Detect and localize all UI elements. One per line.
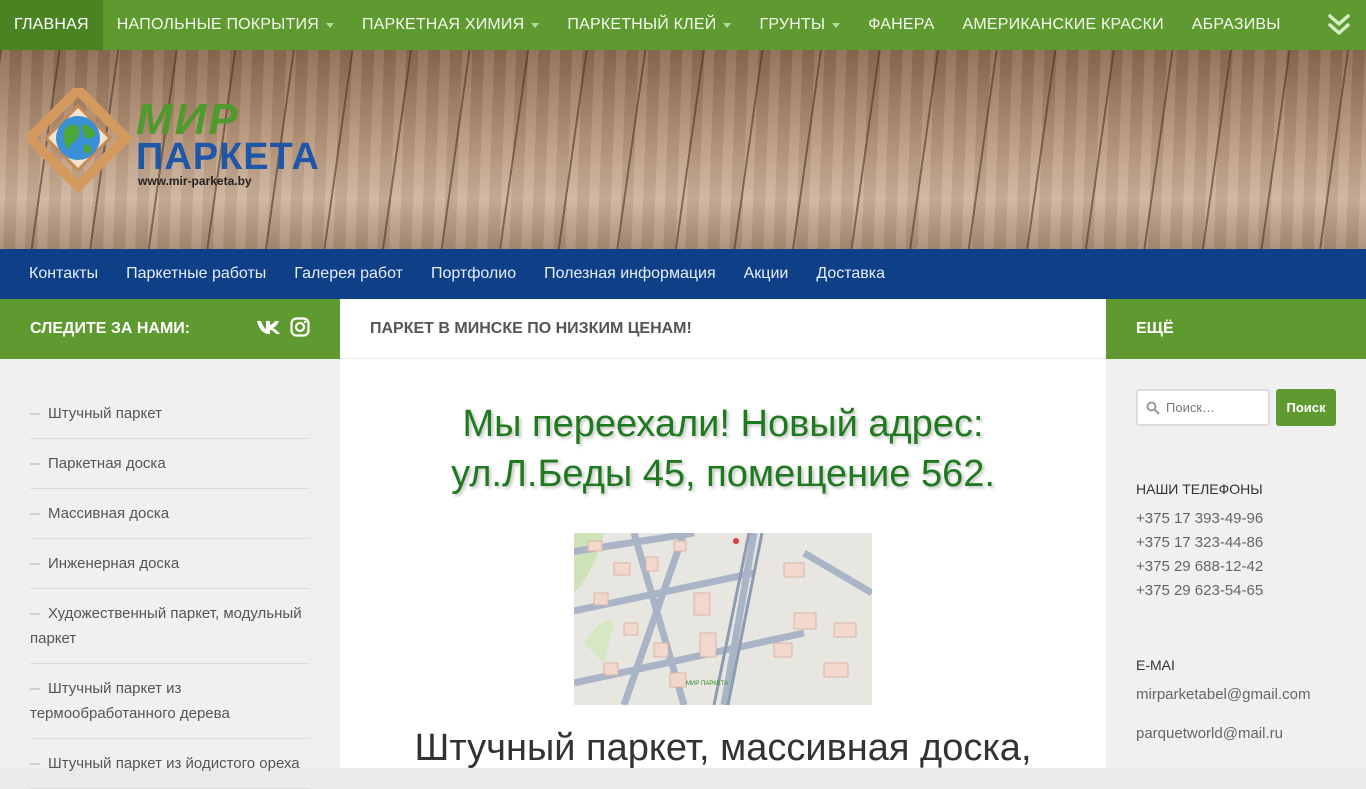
main-content: ПАРКЕТ В МИНСКЕ ПО НИЗКИМ ЦЕНАМ! Мы пере… — [340, 299, 1106, 768]
search-form: Поиск… Поиск — [1136, 389, 1336, 426]
location-map[interactable]: МИР ПАРКЕТА — [574, 533, 872, 705]
category-list: Штучный паркет Паркетная доска Массивная… — [30, 389, 310, 789]
email-title: E-MAI — [1136, 657, 1175, 673]
search-placeholder: Поиск… — [1166, 400, 1216, 415]
top-nav-label: АМЕРИКАНСКИЕ КРАСКИ — [962, 16, 1164, 33]
move-notice-line1: Мы переехали! Новый адрес: — [462, 403, 984, 445]
category-label: Штучный паркет — [48, 405, 162, 422]
more-header: ЕЩЁ — [1106, 299, 1366, 359]
category-item[interactable]: Штучный паркет — [30, 389, 310, 439]
category-label: Штучный паркет из йодистого ореха — [48, 755, 300, 772]
caret-down-icon — [325, 22, 334, 28]
vk-icon[interactable] — [256, 319, 282, 335]
category-label: Штучный паркет из термообработанного дер… — [30, 680, 230, 722]
top-nav-parquet-chemistry[interactable]: ПАРКЕТНАЯ ХИМИЯ — [348, 0, 553, 50]
phone-number[interactable]: +375 17 323-44-86 — [1136, 534, 1263, 551]
category-label: Художественный паркет, модульный паркет — [30, 605, 302, 647]
follow-us-title: СЛЕДИТЕ ЗА НАМИ: — [30, 320, 191, 337]
category-item[interactable]: Штучный паркет из термообработанного дер… — [30, 664, 310, 739]
logo-line2: ПАРКЕТА — [136, 136, 320, 178]
top-nav-label: ГРУНТЫ — [759, 16, 826, 33]
sub-nav-gallery[interactable]: Галерея работ — [280, 265, 417, 283]
instagram-icon[interactable] — [290, 317, 310, 337]
top-nav-parquet-glue[interactable]: ПАРКЕТНЫЙ КЛЕЙ — [553, 0, 745, 50]
top-nav: ГЛАВНАЯ НАПОЛЬНЫЕ ПОКРЫТИЯ ПАРКЕТНАЯ ХИМ… — [0, 0, 1366, 50]
dash-icon — [30, 513, 40, 516]
search-input[interactable]: Поиск… — [1136, 389, 1270, 426]
phones-title: НАШИ ТЕЛЕФОНЫ — [1136, 481, 1263, 497]
page-title: ПАРКЕТ В МИНСКЕ ПО НИЗКИМ ЦЕНАМ! — [340, 299, 1106, 359]
dash-icon — [30, 413, 40, 416]
social-links — [256, 317, 310, 337]
top-nav-label: НАПОЛЬНЫЕ ПОКРЫТИЯ — [116, 16, 319, 33]
category-item[interactable]: Инженерная доска — [30, 539, 310, 589]
dash-icon — [30, 763, 40, 766]
sub-nav-useful-info[interactable]: Полезная информация — [530, 265, 730, 283]
top-nav-abrasives[interactable]: АБРАЗИВЫ — [1178, 0, 1295, 50]
caret-down-icon — [723, 22, 732, 28]
caret-down-icon — [531, 22, 540, 28]
phone-number[interactable]: +375 29 623-54-65 — [1136, 582, 1263, 599]
top-nav-primers[interactable]: ГРУНТЫ — [745, 0, 854, 50]
secondary-nav: Контакты Паркетные работы Галерея работ … — [0, 249, 1366, 299]
top-nav-label: ПАРКЕТНЫЙ КЛЕЙ — [567, 16, 717, 33]
top-nav-label: ФАНЕРА — [868, 16, 935, 33]
category-label: Инженерная доска — [48, 555, 180, 572]
dash-icon — [30, 463, 40, 466]
dash-icon — [30, 563, 40, 566]
map-graphic: МИР ПАРКЕТА — [574, 533, 872, 705]
top-nav-plywood[interactable]: ФАНЕРА — [854, 0, 948, 50]
search-button[interactable]: Поиск — [1276, 389, 1336, 426]
top-nav-american-paints[interactable]: АМЕРИКАНСКИЕ КРАСКИ — [948, 0, 1177, 50]
top-nav-label: ПАРКЕТНАЯ ХИМИЯ — [361, 16, 525, 33]
top-nav-home[interactable]: ГЛАВНАЯ — [0, 0, 103, 50]
category-item[interactable]: Художественный паркет, модульный паркет — [30, 589, 310, 664]
move-notice-line2: ул.Л.Беды 45, помещение 562. — [451, 453, 995, 495]
map-label: МИР ПАРКЕТА — [686, 681, 728, 687]
site-logo[interactable]: МИР ПАРКЕТА www.mir-parketa.by — [28, 88, 358, 198]
move-notice: Мы переехали! Новый адрес: ул.Л.Беды 45,… — [340, 399, 1106, 499]
category-item[interactable]: Массивная доска — [30, 489, 310, 539]
double-chevron-down-icon[interactable] — [1326, 12, 1352, 38]
category-label: Массивная доска — [48, 505, 170, 522]
sub-nav-delivery[interactable]: Доставка — [802, 265, 899, 283]
top-nav-floor-coverings[interactable]: НАПОЛЬНЫЕ ПОКРЫТИЯ — [103, 0, 348, 50]
logo-line1: МИР — [136, 95, 240, 144]
sub-nav-portfolio[interactable]: Портфолио — [417, 265, 530, 283]
sub-nav-contacts[interactable]: Контакты — [15, 265, 112, 283]
sub-nav-promotions[interactable]: Акции — [730, 265, 803, 283]
dash-icon — [30, 613, 40, 616]
top-nav-label: ГЛАВНАЯ — [14, 16, 89, 33]
site-header: МИР ПАРКЕТА www.mir-parketa.by — [0, 50, 1366, 249]
category-item[interactable]: Штучный паркет из йодистого ореха — [30, 739, 310, 789]
category-label: Паркетная доска — [48, 455, 166, 472]
sub-nav-parquet-works[interactable]: Паркетные работы — [112, 265, 280, 283]
caret-down-icon — [832, 22, 841, 28]
phone-number[interactable]: +375 17 393-49-96 — [1136, 510, 1263, 527]
follow-us-header: СЛЕДИТЕ ЗА НАМИ: — [0, 299, 340, 359]
logo-emblem — [28, 88, 134, 194]
top-nav-label: АБРАЗИВЫ — [1191, 16, 1281, 33]
phone-number[interactable]: +375 29 688-12-42 — [1136, 558, 1263, 575]
email-address[interactable]: parquetworld@mail.ru — [1136, 725, 1283, 742]
section-heading: Штучный паркет, массивная доска, — [414, 727, 1032, 768]
left-sidebar: СЛЕДИТЕ ЗА НАМИ: Штучный паркет Паркетна… — [0, 299, 340, 789]
category-item[interactable]: Паркетная доска — [30, 439, 310, 489]
right-sidebar: ЕЩЁ Поиск… Поиск НАШИ ТЕЛЕФОНЫ +375 17 3… — [1106, 299, 1366, 768]
email-address[interactable]: mirparketabel@gmail.com — [1136, 686, 1310, 703]
dash-icon — [30, 688, 40, 691]
search-icon — [1146, 401, 1160, 415]
